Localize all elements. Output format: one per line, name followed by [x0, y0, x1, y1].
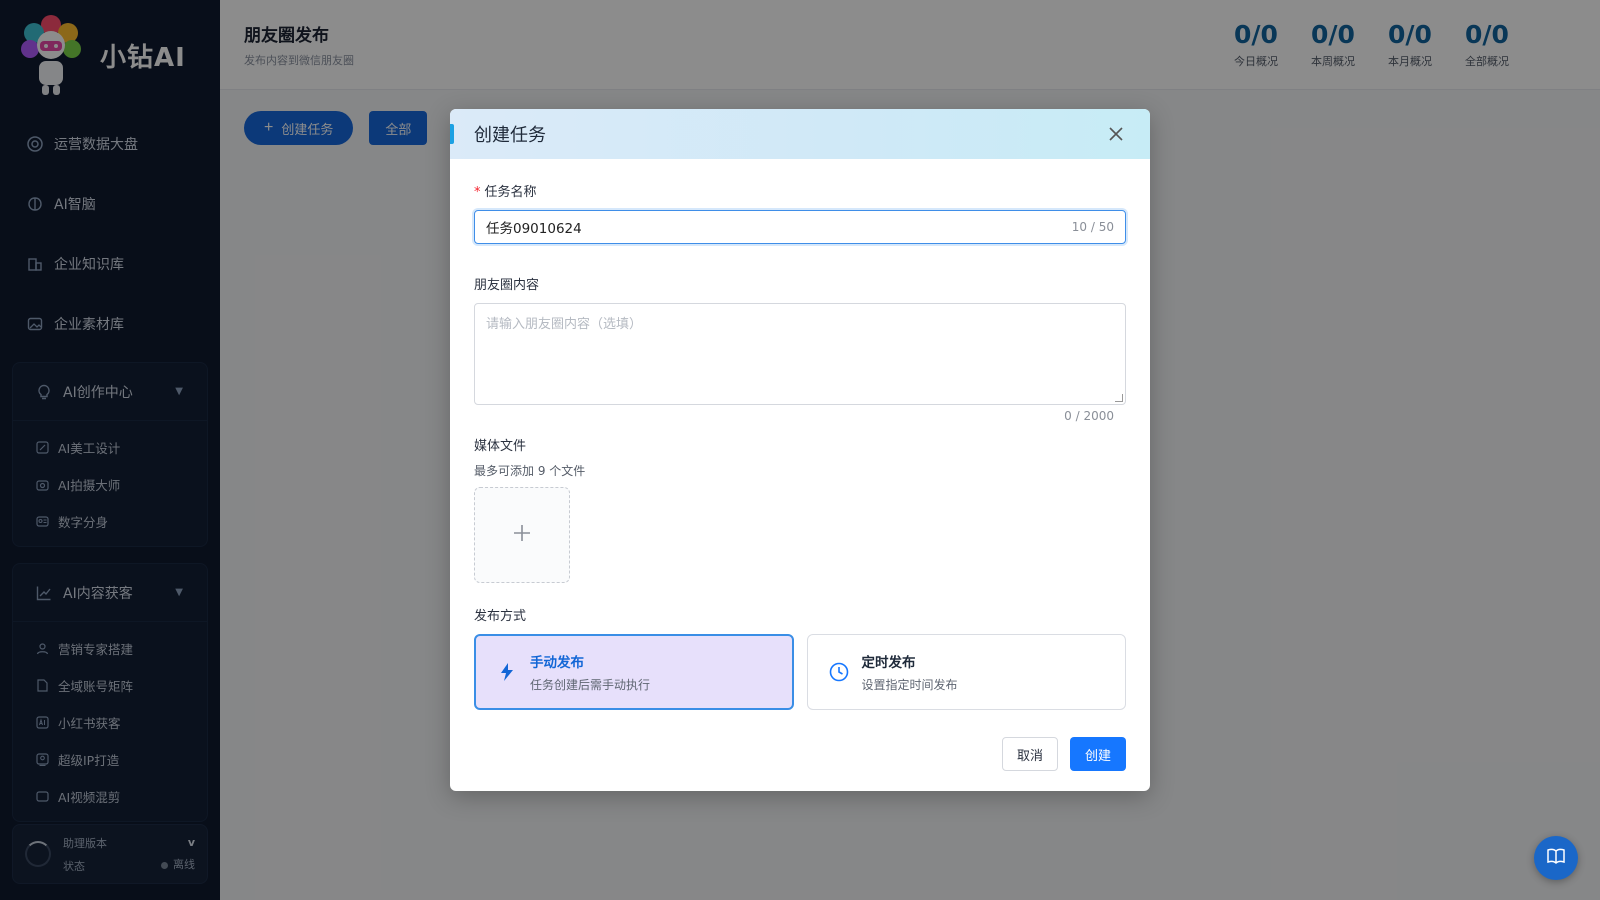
cancel-button[interactable]: 取消 [1002, 737, 1058, 771]
content-label: 朋友圈内容 [474, 278, 540, 293]
resize-handle-icon[interactable] [1115, 394, 1123, 402]
lightning-icon [496, 661, 518, 683]
task-name-value: 任务09010624 [486, 221, 582, 237]
publish-method-label: 发布方式 [474, 609, 527, 624]
content-counter: 0 / 2000 [1064, 409, 1114, 423]
create-task-modal: 创建任务 * 任务名称 任务09010624 10 / 50 朋友圈内容 请输入朋… [450, 109, 1150, 791]
media-hint: 最多可添加 9 个文件 [474, 464, 586, 478]
publish-option-desc: 设置指定时间发布 [861, 678, 958, 692]
publish-option-manual[interactable]: 手动发布 任务创建后需手动执行 [474, 634, 794, 710]
help-float-button[interactable] [1534, 836, 1578, 880]
publish-option-title: 定时发布 [861, 655, 916, 671]
modal-body: * 任务名称 任务09010624 10 / 50 朋友圈内容 请输入朋友圈内容（… [450, 159, 1150, 710]
book-icon [1546, 846, 1566, 870]
publish-option-title: 手动发布 [530, 655, 584, 671]
task-name-label: * 任务名称 [474, 185, 537, 200]
publish-method-options: 手动发布 任务创建后需手动执行 定时发布 设置指定时间发布 [474, 634, 1126, 710]
content-textarea[interactable]: 请输入朋友圈内容（选填） [474, 303, 1126, 405]
publish-option-scheduled[interactable]: 定时发布 设置指定时间发布 [806, 634, 1126, 710]
publish-option-desc: 任务创建后需手动执行 [530, 678, 651, 692]
close-icon[interactable] [1106, 124, 1126, 144]
required-mark: * [474, 185, 481, 200]
media-label: 媒体文件 [474, 439, 527, 454]
submit-create-button[interactable]: 创建 [1070, 737, 1126, 771]
media-upload-button[interactable] [474, 487, 570, 583]
modal-footer: 取消 创建 [1002, 737, 1126, 771]
task-name-input[interactable]: 任务09010624 10 / 50 [474, 210, 1126, 244]
modal-header: 创建任务 [450, 109, 1150, 159]
modal-title: 创建任务 [474, 125, 546, 146]
task-name-counter: 10 / 50 [1071, 220, 1114, 234]
plus-icon [512, 523, 532, 547]
clock-icon [828, 661, 850, 683]
content-placeholder: 请输入朋友圈内容（选填） [486, 317, 643, 332]
